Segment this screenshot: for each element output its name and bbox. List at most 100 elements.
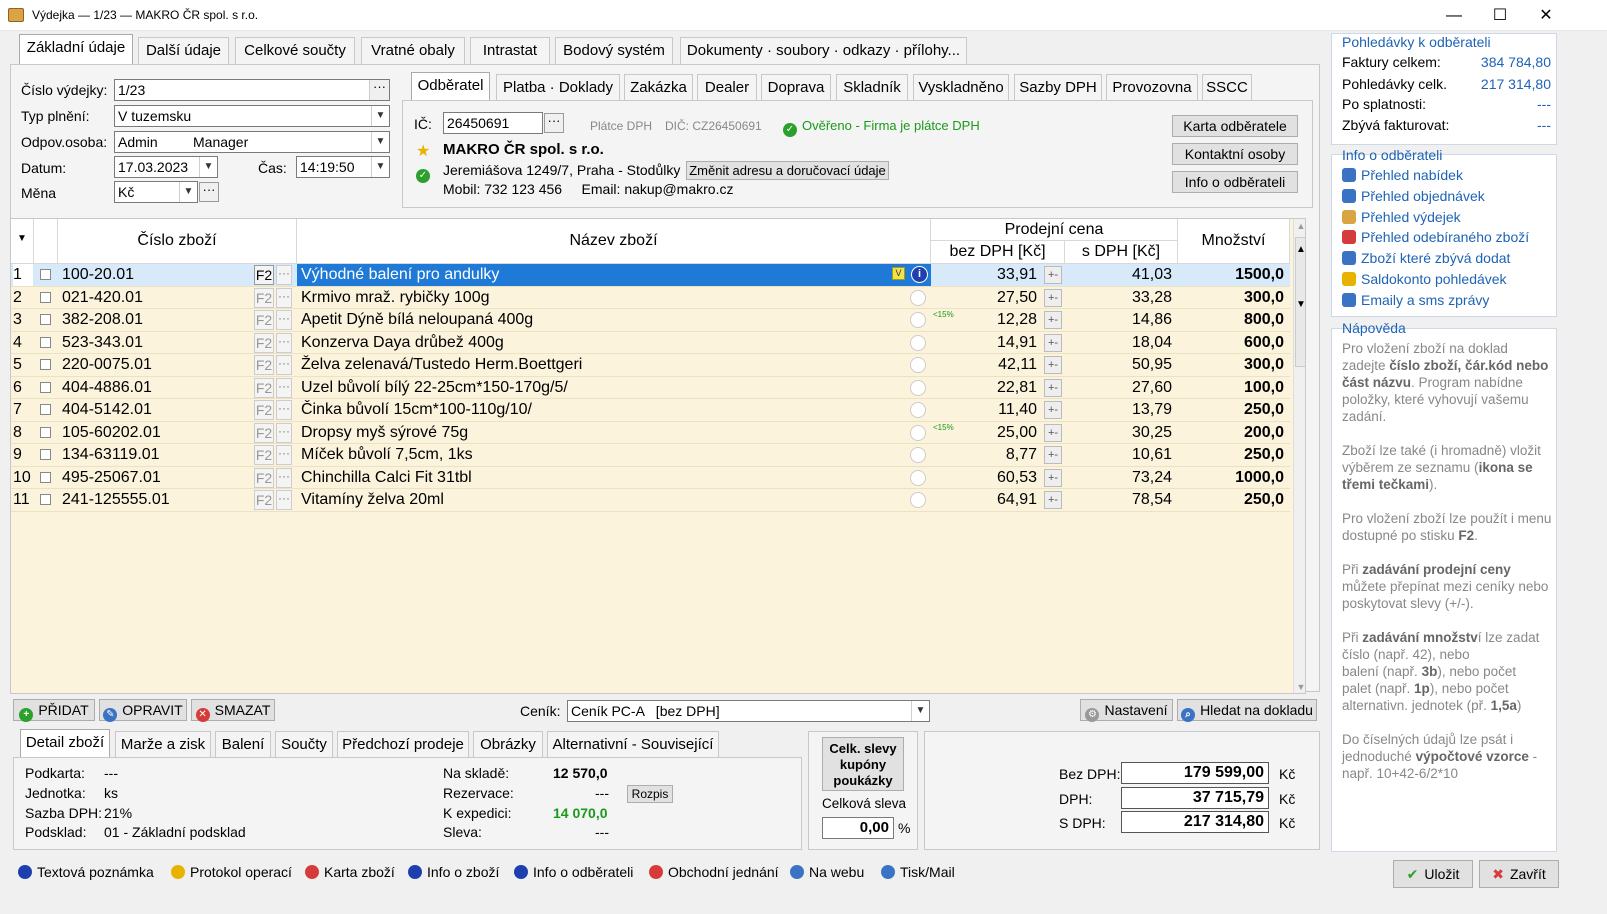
row-price-s[interactable]: 50,95	[1065, 354, 1178, 376]
row-checkbox[interactable]	[40, 269, 51, 280]
row-checkbox[interactable]	[40, 449, 51, 460]
osoba-select[interactable]: Admin Manager ▼	[114, 131, 390, 153]
main-tab-0[interactable]: Základní údaje	[19, 34, 133, 64]
splatnost-value[interactable]: ---	[1452, 96, 1551, 112]
table-row[interactable]: 7 404-5142.01 F2 ··· Činka bůvolí 15cm*100-1…	[11, 399, 1290, 422]
smazat-button[interactable]: ✕ SMAZAT	[191, 699, 275, 722]
row-price-bez[interactable]: 27,50	[931, 287, 1043, 309]
row-price-s[interactable]: 18,04	[1065, 332, 1178, 354]
plus-minus-button[interactable]: +-	[1044, 333, 1062, 352]
hledat-button[interactable]: ⌕ Hledat na dokladu	[1177, 699, 1317, 722]
row-browse-button[interactable]: ···	[276, 355, 292, 375]
row-price-s[interactable]: 41,03	[1065, 264, 1178, 286]
customer-tab-5[interactable]: Skladník	[836, 74, 908, 101]
footer-link-1[interactable]: Protokol operací	[171, 864, 292, 880]
row-browse-button[interactable]: ···	[276, 422, 292, 443]
table-row[interactable]: 4 523-343.01 F2 ··· Konzerva Daya drůbež 400…	[11, 332, 1290, 354]
table-row[interactable]: 5 220-0075.01 F2 ··· Želva zelenavá/Tustedo …	[11, 354, 1290, 377]
customer-tab-3[interactable]: Dealer	[697, 74, 757, 101]
info-link-5[interactable]: Saldokonto pohledávek	[1342, 271, 1507, 287]
celk-slevy-button[interactable]: Celk. slevy kupóny poukázky	[822, 737, 904, 791]
row-name[interactable]: Uzel bůvolí bílý 22-25cm*150-170g/5/	[297, 377, 931, 399]
header-cislo[interactable]: Číslo zboží	[58, 219, 297, 264]
row-name[interactable]: Dropsy myš sýrové 75g	[297, 422, 931, 444]
mena-browse-button[interactable]: ···	[199, 182, 219, 202]
row-price-bez[interactable]: 12,28	[931, 309, 1043, 331]
plus-minus-button[interactable]: +-	[1044, 423, 1062, 442]
ulozit-button[interactable]: ✔ Uložit	[1393, 860, 1473, 888]
detail-tab-0[interactable]: Detail zboží	[20, 729, 110, 759]
f2-button[interactable]: F2	[254, 490, 274, 510]
detail-tab-1[interactable]: Marže a zisk	[115, 731, 211, 758]
nastaveni-button[interactable]: ⚙ Nastavení	[1080, 699, 1173, 722]
row-quantity[interactable]: 200,0	[1178, 422, 1290, 444]
cas-input[interactable]: 14:19:50 ▼	[296, 156, 390, 178]
row-quantity[interactable]: 1500,0	[1178, 264, 1290, 286]
star-icon[interactable]: ★	[416, 141, 430, 161]
grid-menu-icon[interactable]: ▼	[11, 219, 34, 264]
f2-button[interactable]: F2	[254, 377, 274, 398]
typ-select[interactable]: V tuzemsku ▼	[114, 105, 390, 127]
faktury-value[interactable]: 384 784,80	[1452, 54, 1551, 70]
row-checkbox[interactable]	[40, 336, 51, 348]
detail-tab-4[interactable]: Předchozí prodeje	[337, 731, 469, 758]
row-browse-button[interactable]: ···	[276, 287, 292, 308]
footer-link-6[interactable]: Na webu	[790, 864, 864, 880]
row-name[interactable]: Výhodné balení pro andulky	[297, 264, 931, 286]
row-browse-button[interactable]: ···	[276, 332, 292, 353]
row-status-icon[interactable]	[910, 402, 926, 418]
info-icon[interactable]: i	[911, 266, 928, 283]
plus-minus-button[interactable]: +-	[1044, 446, 1062, 464]
row-browse-button[interactable]: ···	[276, 377, 292, 398]
row-price-bez[interactable]: 64,91	[931, 489, 1043, 511]
row-quantity[interactable]: 250,0	[1178, 444, 1290, 466]
celkova-sleva-input[interactable]: 0,00	[822, 817, 894, 839]
row-price-bez[interactable]: 60,53	[931, 467, 1043, 489]
ic-input[interactable]: 26450691	[443, 112, 543, 134]
scroll-down-icon[interactable]: ▼	[1294, 682, 1305, 692]
detail-tab-3[interactable]: Součty	[275, 731, 333, 758]
customer-tab-1[interactable]: Platba · Doklady	[496, 74, 620, 101]
row-name[interactable]: Chinchilla Calci Fit 31tbl	[297, 467, 931, 489]
main-tab-3[interactable]: Vratné obaly	[361, 37, 465, 64]
customer-tab-2[interactable]: Zakázka	[624, 74, 693, 101]
main-tab-2[interactable]: Celkové součty	[235, 37, 355, 64]
info-link-3[interactable]: Přehled odebíraného zboží	[1342, 229, 1529, 245]
row-status-icon[interactable]	[910, 492, 926, 508]
rozpis-button[interactable]: Rozpis	[627, 785, 673, 803]
f2-button[interactable]: F2	[254, 332, 274, 353]
row-price-s[interactable]: 27,60	[1065, 377, 1178, 399]
table-row[interactable]: 11 241-125555.01 F2 ··· Vitamíny želva 20ml 6…	[11, 489, 1290, 512]
row-price-bez[interactable]: 22,81	[931, 377, 1043, 399]
row-checkbox[interactable]	[40, 471, 51, 483]
row-name[interactable]: Konzerva Daya drůbež 400g	[297, 332, 931, 354]
row-price-s[interactable]: 13,79	[1065, 399, 1178, 421]
cislo-input[interactable]: 1/23 ···	[114, 79, 390, 101]
plus-minus-button[interactable]: +-	[1044, 491, 1062, 509]
row-checkbox[interactable]	[40, 426, 51, 438]
row-status-icon[interactable]	[910, 424, 926, 441]
row-name[interactable]: Vitamíny želva 20ml	[297, 489, 931, 511]
footer-link-0[interactable]: Textová poznámka	[18, 864, 154, 880]
close-icon[interactable]: ✕	[1523, 0, 1569, 31]
info-link-1[interactable]: Přehled objednávek	[1342, 188, 1485, 204]
header-bez[interactable]: bez DPH [Kč]	[931, 241, 1065, 264]
plus-minus-button[interactable]: +-	[1044, 378, 1062, 397]
cenik-select[interactable]: Ceník PC-A [bez DPH] ▼	[567, 700, 930, 722]
row-name[interactable]: Želva zelenavá/Tustedo Herm.Boettgeri	[297, 354, 931, 376]
opravit-button[interactable]: ✎ OPRAVIT	[99, 699, 187, 722]
row-name[interactable]: Činka bůvolí 15cm*100-110g/10/	[297, 399, 931, 421]
f2-button[interactable]: F2	[254, 355, 274, 375]
main-tab-4[interactable]: Intrastat	[470, 37, 550, 64]
row-browse-button[interactable]: ···	[276, 445, 292, 465]
maximize-icon[interactable]: ☐	[1477, 0, 1523, 31]
info-link-0[interactable]: Přehled nabídek	[1342, 167, 1463, 183]
scroll-up-icon[interactable]: ▲	[1294, 221, 1305, 231]
row-quantity[interactable]: 100,0	[1178, 377, 1290, 399]
customer-tab-9[interactable]: SSCC	[1202, 74, 1252, 101]
items-grid[interactable]: ▼ Číslo zboží Název zboží Prodejní cena …	[10, 218, 1306, 694]
pridat-button[interactable]: + PŘIDAT	[13, 699, 95, 722]
row-status-icon[interactable]	[910, 289, 926, 306]
row-status-icon[interactable]	[910, 312, 926, 328]
main-tab-5[interactable]: Bodový systém	[555, 37, 673, 64]
